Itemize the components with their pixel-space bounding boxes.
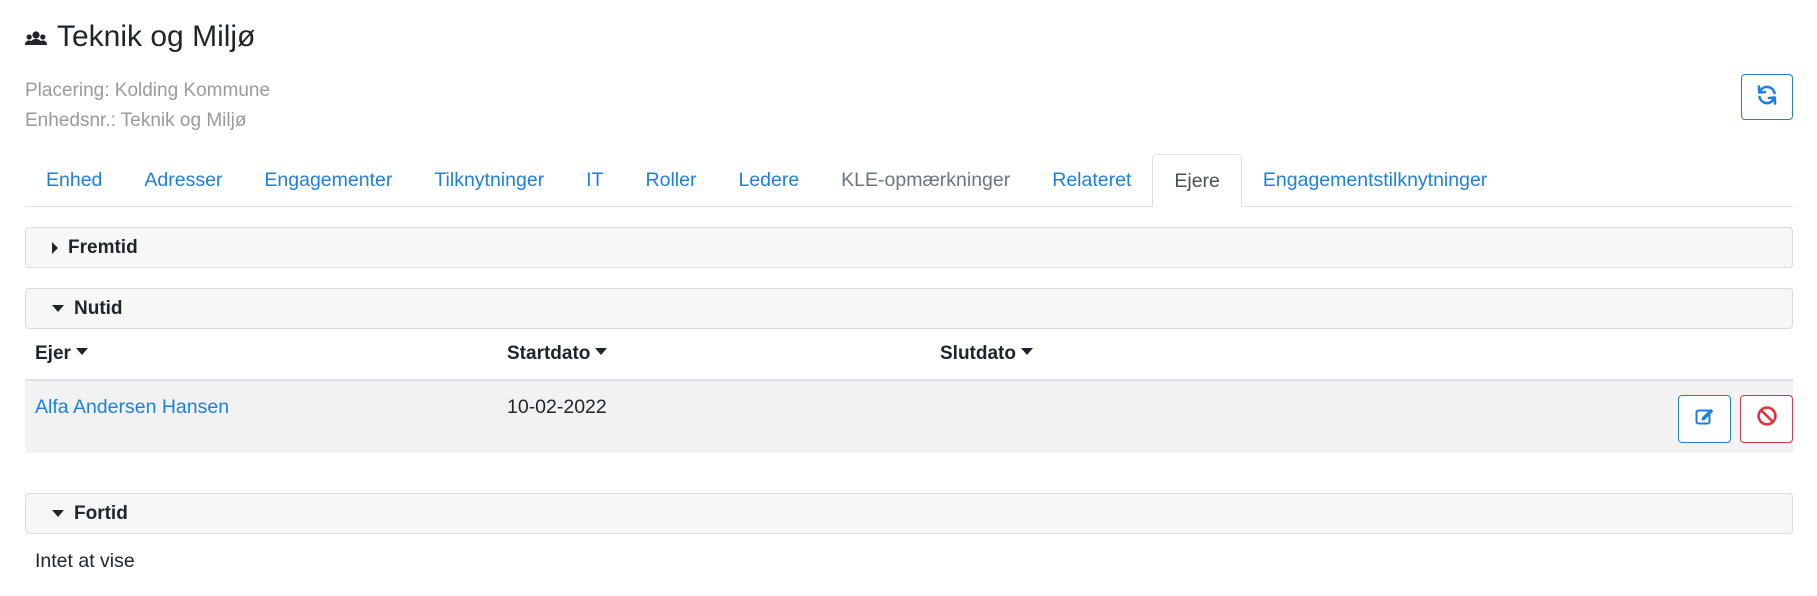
section-future-toggle[interactable]: Fremtid [25, 227, 1793, 268]
sort-caret-icon [1021, 348, 1033, 356]
tab-roller[interactable]: Roller [625, 154, 718, 206]
tab-ejere[interactable]: Ejere [1152, 154, 1242, 207]
caret-down-icon [52, 305, 64, 312]
tab-tilknytninger[interactable]: Tilknytninger [413, 154, 565, 206]
caret-down-icon [52, 510, 64, 517]
column-header-startdato[interactable]: Startdato [507, 343, 608, 365]
sort-caret-icon [595, 348, 608, 356]
column-header-slutdato[interactable]: Slutdato [940, 343, 1033, 365]
column-header-ejer[interactable]: Ejer [35, 343, 88, 365]
table-row: Alfa Andersen Hansen 10-02-2022 [25, 381, 1793, 453]
unit-number-text: Enhedsnr.: Teknik og Miljø [25, 110, 247, 131]
refresh-icon [1756, 84, 1778, 111]
sort-caret-icon [75, 348, 88, 356]
column-header-label: Slutdato [940, 343, 1016, 364]
section-past-toggle[interactable]: Fortid [25, 493, 1793, 534]
tab-engagementer[interactable]: Engagementer [243, 154, 413, 206]
start-date-cell: 10-02-2022 [507, 396, 607, 418]
owner-link[interactable]: Alfa Andersen Hansen [35, 396, 229, 418]
section-present-toggle[interactable]: Nutid [25, 288, 1793, 329]
page-header: Teknik og Miljø [25, 20, 255, 54]
ban-icon [1756, 405, 1778, 433]
column-header-label: Ejer [35, 343, 71, 364]
unit-meta: Placering: Kolding Kommune Enhedsnr.: Te… [25, 76, 270, 136]
tab-relateret[interactable]: Relateret [1031, 154, 1152, 206]
edit-button[interactable] [1678, 395, 1731, 443]
tab-engagementstilknytninger[interactable]: Engagementstilknytninger [1242, 154, 1508, 206]
page: Teknik og Miljø Placering: Kolding Kommu… [0, 0, 1817, 596]
tab-kle-opmaerkninger: KLE-opmærkninger [841, 169, 1011, 191]
edit-icon [1695, 406, 1715, 432]
past-empty-message: Intet at vise [35, 550, 135, 572]
owner-cell: Alfa Andersen Hansen [35, 396, 229, 419]
placement-text: Placering: Kolding Kommune [25, 80, 271, 101]
owners-table-header: Ejer Startdato Slutdato [25, 333, 1793, 381]
tab-enhed[interactable]: Enhed [25, 154, 123, 206]
caret-right-icon [52, 241, 58, 254]
column-header-label: Startdato [507, 343, 591, 364]
terminate-button[interactable] [1740, 395, 1793, 443]
tab-adresser[interactable]: Adresser [123, 154, 243, 206]
section-present-label: Nutid [74, 297, 123, 319]
refresh-button[interactable] [1741, 74, 1793, 120]
section-future-label: Fremtid [68, 236, 138, 258]
section-past-label: Fortid [74, 502, 128, 524]
page-title: Teknik og Miljø [57, 20, 256, 53]
users-icon [25, 30, 47, 48]
tab-bar: Enhed Adresser Engagementer Tilknytninge… [25, 153, 1793, 207]
tab-ledere[interactable]: Ledere [717, 154, 820, 206]
tab-it[interactable]: IT [565, 154, 624, 206]
